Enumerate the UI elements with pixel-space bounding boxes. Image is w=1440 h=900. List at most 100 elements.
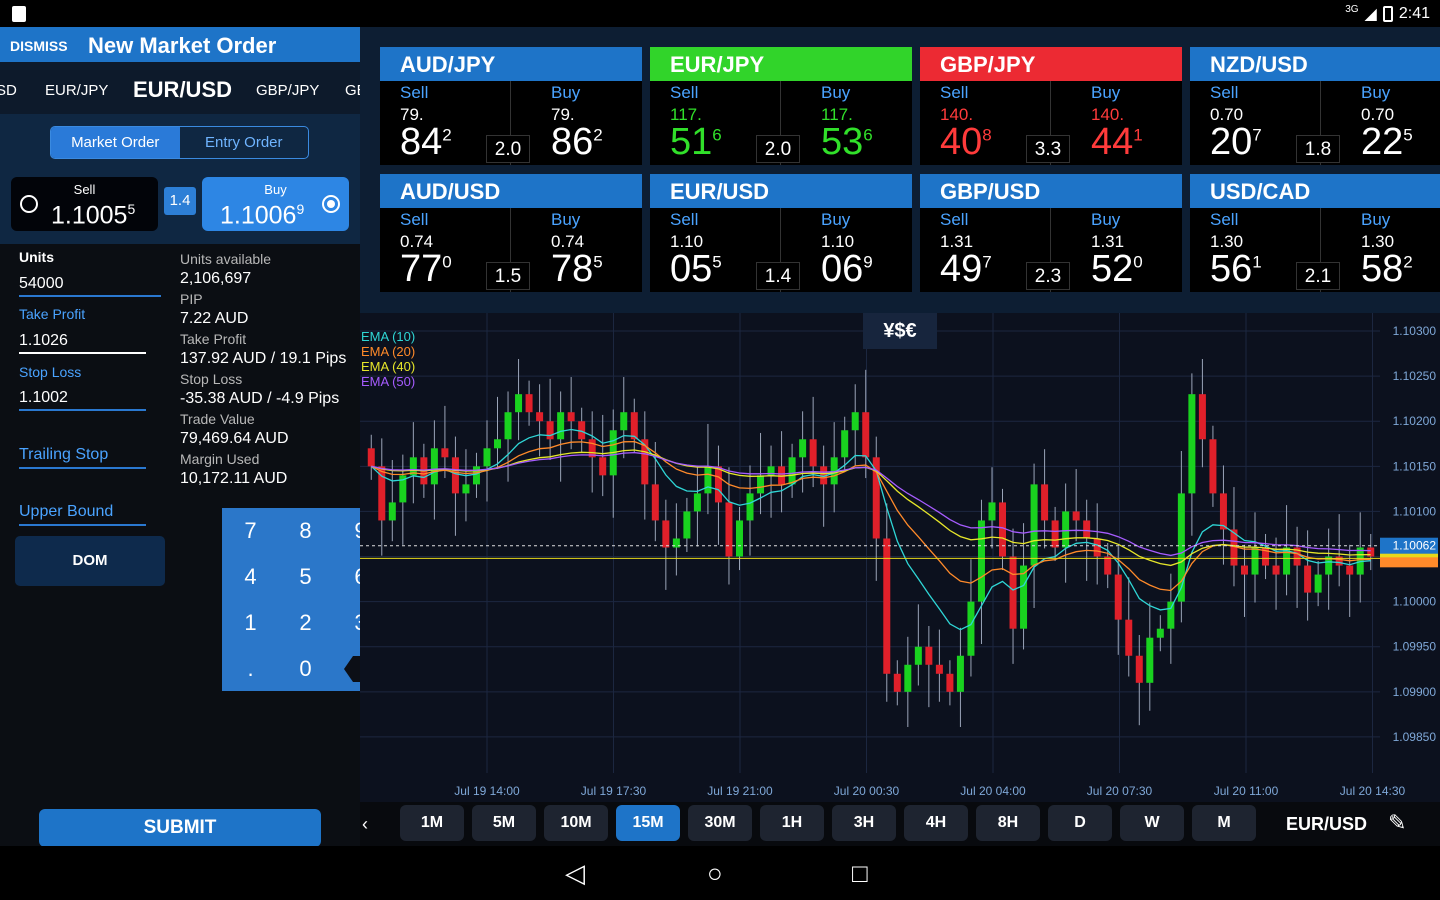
tile-sell-price[interactable]: 516 <box>670 121 722 164</box>
key-4[interactable]: 4 <box>223 564 278 590</box>
tile-buy-label[interactable]: Buy <box>1361 210 1390 230</box>
candle-body <box>662 520 670 548</box>
rate-tile-gbp-jpy[interactable]: GBP/JPY Sell Buy 140. 140. 408 441 3.3 <box>920 47 1182 165</box>
signal-icon: ◢ <box>1364 6 1377 23</box>
pair-tab-partial-right[interactable]: GE <box>345 82 360 99</box>
tile-buy-label[interactable]: Buy <box>1091 210 1120 230</box>
recents-icon[interactable]: □ <box>852 858 868 889</box>
tile-body: Sell Buy 0.74 0.74 770 785 1.5 <box>380 208 642 292</box>
chart-canvas[interactable]: 1.10300 1.10250 1.10200 1.10150 1.10100 1.100… <box>360 313 1440 802</box>
tile-buy-price[interactable]: 225 <box>1361 121 1413 164</box>
tile-sell-label[interactable]: Sell <box>670 210 698 230</box>
pair-tab-eur-usd[interactable]: EUR/USD <box>133 77 232 103</box>
timeframe-5m[interactable]: 5M <box>472 805 536 841</box>
timeframe-8h[interactable]: 8H <box>976 805 1040 841</box>
dismiss-button[interactable]: DISMISS <box>10 38 68 54</box>
tile-sell-label[interactable]: Sell <box>1210 210 1238 230</box>
tile-buy-price[interactable]: 536 <box>821 121 873 164</box>
sell-pip: 5 <box>127 201 136 217</box>
chart-pair-label[interactable]: EUR/USD <box>1286 814 1367 835</box>
rate-tile-aud-usd[interactable]: AUD/USD Sell Buy 0.74 0.74 770 785 1.5 <box>380 174 642 292</box>
buy-radio-icon[interactable] <box>322 195 340 213</box>
timeframe-1m[interactable]: 1M <box>400 805 464 841</box>
tile-buy-label[interactable]: Buy <box>821 210 850 230</box>
timeframe-w[interactable]: W <box>1120 805 1184 841</box>
timeframe-4h[interactable]: 4H <box>904 805 968 841</box>
pair-tab-partial-left[interactable]: SD <box>0 82 17 99</box>
key-decimal[interactable]: . <box>223 656 278 682</box>
timeframe-15m[interactable]: 15M <box>616 805 680 841</box>
dom-button[interactable]: DOM <box>15 536 165 586</box>
tile-buy-label[interactable]: Buy <box>1091 83 1120 103</box>
currency-toggle-button[interactable]: ¥$€ <box>863 313 937 349</box>
rate-tile-aud-jpy[interactable]: AUD/JPY Sell Buy 79. 79. 842 862 2.0 <box>380 47 642 165</box>
timeframe-10m[interactable]: 10M <box>544 805 608 841</box>
tile-buy-price[interactable]: 441 <box>1091 121 1143 164</box>
candle-body <box>525 394 533 413</box>
tab-entry-order[interactable]: Entry Order <box>180 127 309 158</box>
rate-tile-eur-usd[interactable]: EUR/USD Sell Buy 1.10 1.10 055 069 1.4 <box>650 174 912 292</box>
stop-loss-input[interactable]: 1.1002 <box>19 389 68 407</box>
tile-sell-label[interactable]: Sell <box>670 83 698 103</box>
tile-buy-label[interactable]: Buy <box>821 83 850 103</box>
tile-sell-price[interactable]: 207 <box>1210 121 1262 164</box>
key-1[interactable]: 1 <box>223 610 278 636</box>
pair-tab-eur-jpy[interactable]: EUR/JPY <box>45 82 108 99</box>
key-0[interactable]: 0 <box>278 656 333 682</box>
timeframe-m[interactable]: M <box>1192 805 1256 841</box>
tile-sell-label[interactable]: Sell <box>400 210 428 230</box>
units-input[interactable]: 54000 <box>19 275 64 293</box>
take-profit-input[interactable]: 1.1026 <box>19 332 68 350</box>
rate-tile-usd-cad[interactable]: USD/CAD Sell Buy 1.30 1.30 561 582 2.1 <box>1190 174 1440 292</box>
back-icon[interactable]: ◁ <box>565 858 585 889</box>
stop-loss-label: Stop Loss <box>19 364 82 380</box>
tile-buy-pip: 1 <box>1133 125 1143 145</box>
tile-buy-price[interactable]: 785 <box>551 248 603 291</box>
rate-tile-nzd-usd[interactable]: NZD/USD Sell Buy 0.70 0.70 207 225 1.8 <box>1190 47 1440 165</box>
timeframe-1h[interactable]: 1H <box>760 805 824 841</box>
key-2[interactable]: 2 <box>278 610 333 636</box>
rate-tile-eur-jpy[interactable]: EUR/JPY Sell Buy 117. 117. 516 536 2.0 <box>650 47 912 165</box>
tile-buy-price[interactable]: 069 <box>821 248 873 291</box>
tile-sell-label[interactable]: Sell <box>940 83 968 103</box>
tile-buy-price[interactable]: 520 <box>1091 248 1143 291</box>
candle-body <box>1219 493 1227 530</box>
tile-sell-price[interactable]: 770 <box>400 248 452 291</box>
drawing-tool-icon[interactable]: ✎ <box>1388 810 1406 836</box>
tile-sell-price[interactable]: 055 <box>670 248 722 291</box>
tile-sell-price[interactable]: 842 <box>400 121 452 164</box>
tile-sell-label[interactable]: Sell <box>940 210 968 230</box>
key-8[interactable]: 8 <box>278 518 333 544</box>
submit-button[interactable]: SUBMIT <box>39 809 321 847</box>
tile-buy-label[interactable]: Buy <box>1361 83 1390 103</box>
timeframe-3h[interactable]: 3H <box>832 805 896 841</box>
tile-buy-label[interactable]: Buy <box>551 210 580 230</box>
sell-radio-icon[interactable] <box>20 195 38 213</box>
pair-tabs: SD EUR/JPY EUR/USD GBP/JPY GE <box>0 62 360 114</box>
price-chart[interactable]: 1.10300 1.10250 1.10200 1.10150 1.10100 1.100… <box>360 313 1440 802</box>
tile-sell-price[interactable]: 408 <box>940 121 992 164</box>
buy-price-button[interactable]: Buy 1.10069 <box>202 177 349 231</box>
home-icon[interactable]: ○ <box>707 858 723 889</box>
timeframe-30m[interactable]: 30M <box>688 805 752 841</box>
key-5[interactable]: 5 <box>278 564 333 590</box>
tab-market-order[interactable]: Market Order <box>51 127 180 158</box>
tile-body: Sell Buy 117. 117. 516 536 2.0 <box>650 81 912 165</box>
scroll-left-icon[interactable]: ‹ <box>362 814 368 835</box>
timeframe-d[interactable]: D <box>1048 805 1112 841</box>
tile-sell-price[interactable]: 561 <box>1210 248 1262 291</box>
tile-buy-price[interactable]: 862 <box>551 121 603 164</box>
tile-buy-label[interactable]: Buy <box>551 83 580 103</box>
pair-tab-gbp-jpy[interactable]: GBP/JPY <box>256 82 319 99</box>
tile-sell-price[interactable]: 497 <box>940 248 992 291</box>
upper-bound-field[interactable]: Upper Bound <box>19 503 113 521</box>
candle-body <box>841 430 849 458</box>
sell-price-button[interactable]: Sell 1.10055 <box>11 177 158 231</box>
tile-sell-label[interactable]: Sell <box>400 83 428 103</box>
tile-sell-label[interactable]: Sell <box>1210 83 1238 103</box>
tile-buy-price[interactable]: 582 <box>1361 248 1413 291</box>
candle-body <box>536 412 544 422</box>
key-7[interactable]: 7 <box>223 518 278 544</box>
rate-tile-gbp-usd[interactable]: GBP/USD Sell Buy 1.31 1.31 497 520 2.3 <box>920 174 1182 292</box>
trailing-stop-field[interactable]: Trailing Stop <box>19 446 108 464</box>
